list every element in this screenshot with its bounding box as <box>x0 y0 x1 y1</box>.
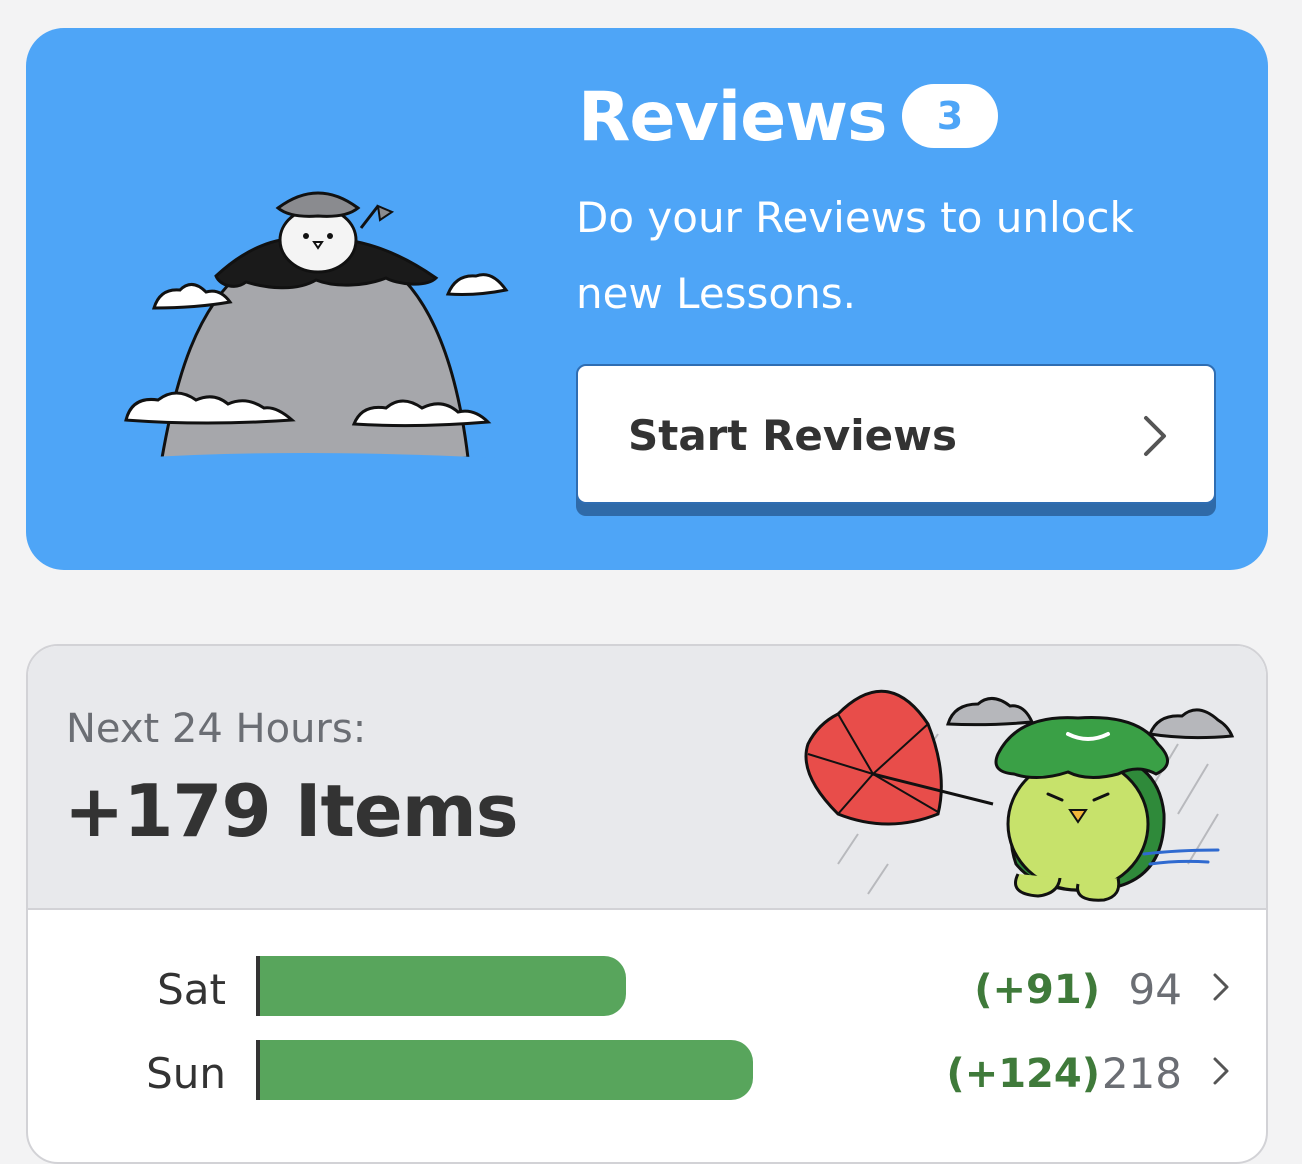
chevron-right-icon <box>1213 1057 1229 1085</box>
forecast-row-sun[interactable]: Sun (+124) 218 <box>28 1040 1266 1110</box>
day-total-count: 218 <box>1101 1049 1182 1098</box>
start-reviews-label: Start Reviews <box>628 411 957 460</box>
day-label: Sat <box>157 965 226 1014</box>
reviews-count-badge: 3 <box>902 84 998 148</box>
bar-fill <box>260 956 626 1016</box>
start-reviews-button[interactable]: Start Reviews <box>576 364 1216 504</box>
bar-fill <box>260 1040 753 1100</box>
day-total-count: 94 <box>1128 965 1182 1014</box>
umbrella-turtle-illustration <box>804 689 1235 902</box>
mountain-illustration <box>124 191 509 478</box>
forecast-header: Next 24 Hours: +179 Items <box>28 646 1266 910</box>
forecast-card: Next 24 Hours: +179 Items Sat (+91) 94 S… <box>26 644 1268 1164</box>
reviews-description: Do your Reviews to unlock new Lessons. <box>576 193 1134 318</box>
chevron-right-icon <box>1213 973 1229 1001</box>
day-label: Sun <box>146 1049 226 1098</box>
chevron-right-icon <box>1144 416 1166 456</box>
day-new-count: (+124) <box>946 1051 1100 1097</box>
day-new-count: (+91) <box>974 967 1100 1013</box>
items-total: +179 Items <box>64 769 519 853</box>
next-24-hours-label: Next 24 Hours: <box>66 706 367 752</box>
forecast-row-sat[interactable]: Sat (+91) 94 <box>28 956 1266 1026</box>
reviews-card: Reviews 3 Do your Reviews to unlock new … <box>26 28 1268 570</box>
reviews-title: Reviews <box>578 78 888 157</box>
